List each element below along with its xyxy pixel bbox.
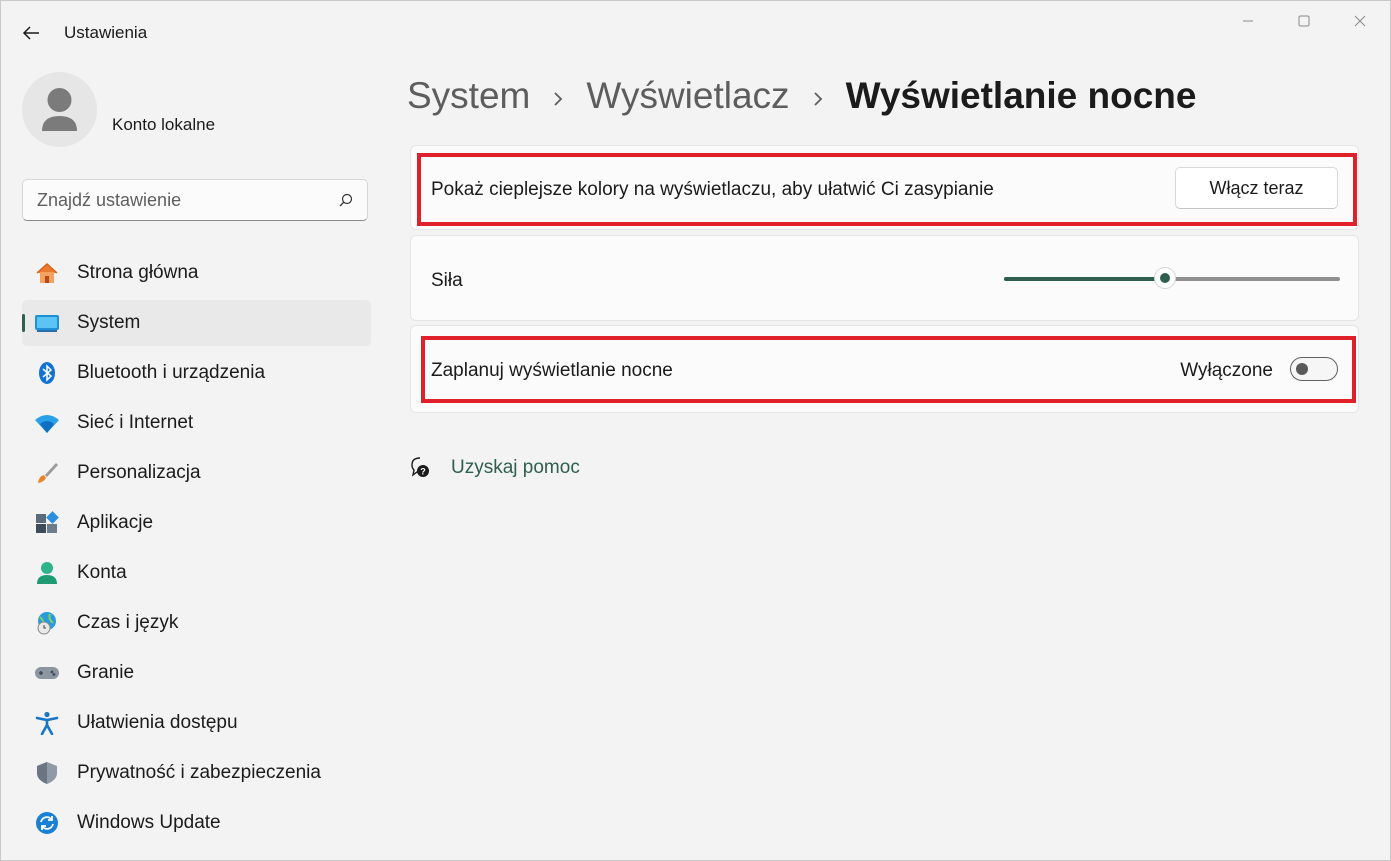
close-button[interactable] — [1337, 9, 1383, 33]
sidebar-item-label: System — [77, 312, 141, 333]
turn-on-now-button[interactable]: Włącz teraz — [1175, 167, 1338, 209]
close-icon — [1354, 15, 1366, 27]
page-title: Wyświetlanie nocne — [845, 75, 1197, 116]
sidebar-item-time-language[interactable]: Czas i język — [22, 600, 371, 646]
sidebar-item-apps[interactable]: Aplikacje — [22, 500, 371, 546]
get-help-link[interactable]: ? Uzyskaj pomoc — [409, 456, 580, 480]
sidebar-item-personalization[interactable]: Personalizacja — [22, 450, 371, 496]
strength-slider[interactable] — [1004, 264, 1340, 294]
app-title: Ustawienia — [64, 23, 148, 42]
strength-label: Siła — [431, 270, 463, 291]
maximize-icon — [1298, 15, 1310, 27]
sidebar-item-label: Granie — [77, 662, 135, 683]
sidebar-item-label: Konta — [77, 562, 127, 583]
svg-text:?: ? — [420, 467, 426, 477]
sidebar-item-label: Prywatność i zabezpieczenia — [77, 762, 321, 783]
home-icon — [36, 262, 58, 283]
minimize-button[interactable] — [1225, 9, 1271, 33]
sidebar-item-privacy[interactable]: Prywatność i zabezpieczenia — [22, 750, 371, 796]
slider-thumb[interactable] — [1154, 267, 1177, 289]
search-input[interactable] — [35, 189, 329, 212]
account-icon — [37, 562, 57, 584]
breadcrumb: System Wyświetlacz Wyświetlanie nocne — [407, 75, 1196, 117]
schedule-state-label: Wyłączone — [1180, 360, 1273, 381]
breadcrumb-display[interactable]: Wyświetlacz — [586, 75, 789, 117]
sidebar-item-gaming[interactable]: Granie — [22, 650, 371, 696]
schedule-card: Zaplanuj wyświetlanie nocne Wyłączone — [410, 325, 1359, 413]
breadcrumb-system[interactable]: System — [407, 75, 530, 117]
sidebar-item-label: Strona główna — [77, 262, 199, 283]
bluetooth-icon — [39, 362, 55, 384]
sidebar-item-label: Aplikacje — [77, 512, 154, 533]
sidebar-item-system[interactable]: System — [22, 300, 371, 346]
toggle-knob — [1296, 363, 1308, 375]
avatar[interactable] — [22, 72, 97, 147]
breadcrumb-separator-icon — [552, 75, 564, 117]
accessibility-icon — [35, 711, 59, 735]
sidebar-item-label: Bluetooth i urządzenia — [77, 362, 266, 383]
account-name: Konto lokalne — [112, 115, 216, 134]
settings-window: Ustawienia Konto lokalne Znajdź ustawien… — [0, 0, 1391, 861]
schedule-label: Zaplanuj wyświetlanie nocne — [431, 360, 673, 381]
apps-icon — [36, 511, 59, 533]
sidebar-nav: Strona główna System Bluetooth i urządze… — [22, 250, 371, 850]
strength-card: Siła — [410, 235, 1359, 321]
breadcrumb-separator-icon — [812, 75, 824, 117]
back-button[interactable] — [15, 19, 47, 47]
globe-clock-icon — [37, 612, 56, 635]
help-icon: ? — [411, 457, 429, 477]
search-icon[interactable] — [339, 193, 353, 207]
maximize-button[interactable] — [1281, 9, 1327, 33]
sidebar-item-home[interactable]: Strona główna — [22, 250, 371, 296]
user-avatar-icon — [42, 88, 77, 131]
back-arrow-icon — [22, 26, 39, 40]
warm-colors-label: Pokaż cieplejsze kolory na wyświetlaczu,… — [431, 179, 994, 200]
sidebar-item-bluetooth[interactable]: Bluetooth i urządzenia — [22, 350, 371, 396]
sidebar-item-label: Sieć i Internet — [77, 412, 194, 433]
sidebar-item-label: Ułatwienia dostępu — [77, 712, 238, 733]
brush-icon — [38, 463, 58, 483]
schedule-toggle[interactable] — [1290, 357, 1338, 381]
shield-icon — [37, 762, 57, 784]
sidebar-item-label: Personalizacja — [77, 462, 201, 483]
sidebar-item-accessibility[interactable]: Ułatwienia dostępu — [22, 700, 371, 746]
minimize-icon — [1243, 20, 1253, 22]
title-bar: Ustawienia — [1, 1, 1390, 65]
get-help-label: Uzyskaj pomoc — [451, 457, 580, 478]
update-icon — [36, 812, 58, 834]
sidebar-item-label: Windows Update — [77, 812, 221, 833]
gamepad-icon — [35, 667, 59, 679]
sidebar-item-label: Czas i język — [77, 612, 179, 633]
warm-colors-card: Pokaż cieplejsze kolory na wyświetlaczu,… — [410, 145, 1359, 230]
sidebar-item-windows-update[interactable]: Windows Update — [22, 800, 371, 846]
sidebar-item-accounts[interactable]: Konta — [22, 550, 371, 596]
sidebar-item-network[interactable]: Sieć i Internet — [22, 400, 371, 446]
slider-fill — [1004, 277, 1166, 281]
search-box — [22, 179, 368, 221]
monitor-icon — [35, 315, 59, 332]
wifi-icon — [35, 415, 59, 433]
